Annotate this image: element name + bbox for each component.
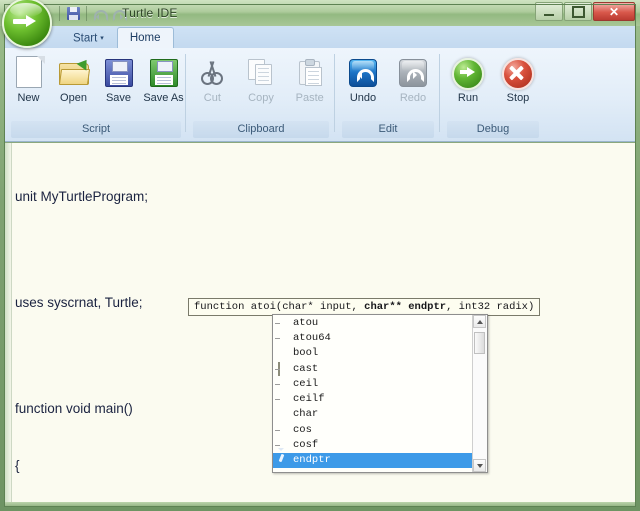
type-icon — [277, 408, 289, 420]
autocomplete-item[interactable]: cos — [273, 422, 473, 437]
autocomplete-item-label: atou — [293, 317, 318, 329]
autocomplete-item-label: cos — [293, 424, 312, 436]
chevron-up-icon — [477, 320, 483, 324]
function-icon — [277, 393, 289, 405]
scroll-up-button[interactable] — [473, 315, 486, 328]
function-icon — [277, 378, 289, 390]
autocomplete-item-label: bool — [293, 347, 318, 359]
autocomplete-scrollbar[interactable] — [472, 315, 487, 472]
function-icon — [277, 317, 289, 329]
autocomplete-item-label: atou64 — [293, 332, 331, 344]
keyword-icon — [277, 363, 289, 375]
green-arrow-icon — [13, 15, 37, 27]
function-icon — [277, 332, 289, 344]
autocomplete-item-label: ceilf — [293, 393, 325, 405]
autocomplete-item-label: endptr — [293, 454, 331, 466]
signature-suffix: , int32 radix) — [446, 301, 534, 313]
type-icon — [277, 347, 289, 359]
autocomplete-item[interactable]: atou — [273, 315, 473, 330]
autocomplete-item-label: cosf — [293, 439, 318, 451]
autocomplete-item-selected[interactable]: endptr — [273, 453, 473, 468]
autocomplete-item[interactable]: ceilf — [273, 391, 473, 406]
autocomplete-popup[interactable]: atou atou64 bool cast ceil — [272, 314, 488, 473]
autocomplete-item-label: char — [293, 408, 318, 420]
autocomplete-list[interactable]: atou atou64 bool cast ceil — [273, 315, 473, 472]
application-window: Turtle IDE ✕ Start▾ Home — [0, 0, 640, 511]
scrollbar-thumb[interactable] — [474, 332, 485, 354]
app-menu-orb-button[interactable] — [2, 0, 52, 48]
signature-prefix: function atoi(char* input, — [194, 301, 364, 313]
autocomplete-item[interactable]: char — [273, 407, 473, 422]
autocomplete-item-label: ceil — [293, 378, 318, 390]
autocomplete-item[interactable]: cast — [273, 361, 473, 376]
signature-active-param: char** endptr — [364, 301, 446, 313]
autocomplete-item-label: cast — [293, 363, 318, 375]
autocomplete-item[interactable]: ceil — [273, 376, 473, 391]
autocomplete-item[interactable]: cosf — [273, 437, 473, 452]
function-icon — [277, 424, 289, 436]
autocomplete-item[interactable]: bool — [273, 346, 473, 361]
autocomplete-item[interactable]: atou64 — [273, 330, 473, 345]
scroll-down-button[interactable] — [473, 459, 486, 472]
variable-icon — [277, 454, 289, 466]
chevron-down-icon — [477, 464, 483, 468]
